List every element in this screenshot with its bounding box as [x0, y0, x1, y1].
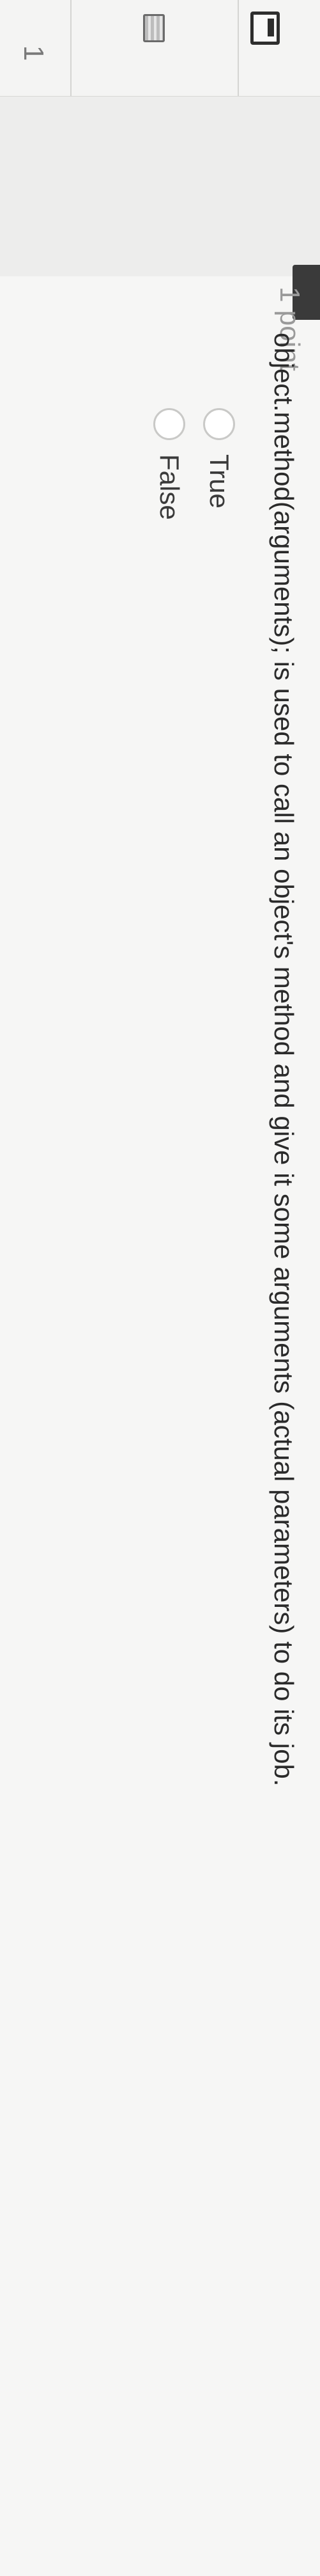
radio-false[interactable]	[153, 408, 185, 440]
option-false-label: False	[155, 454, 185, 520]
radio-true[interactable]	[203, 408, 235, 440]
layout-grid-icon[interactable]	[143, 14, 165, 42]
option-false[interactable]: False	[153, 408, 185, 520]
page-number: 1	[18, 45, 50, 61]
question-text: object.method(arguments); is used to cal…	[269, 333, 299, 1787]
top-toolbar: 1	[0, 0, 320, 97]
toolbar-divider	[70, 0, 72, 96]
option-true[interactable]: True	[203, 408, 235, 509]
document-view-icon[interactable]	[250, 12, 280, 45]
option-true-label: True	[204, 454, 234, 509]
toolbar-divider	[238, 0, 239, 96]
